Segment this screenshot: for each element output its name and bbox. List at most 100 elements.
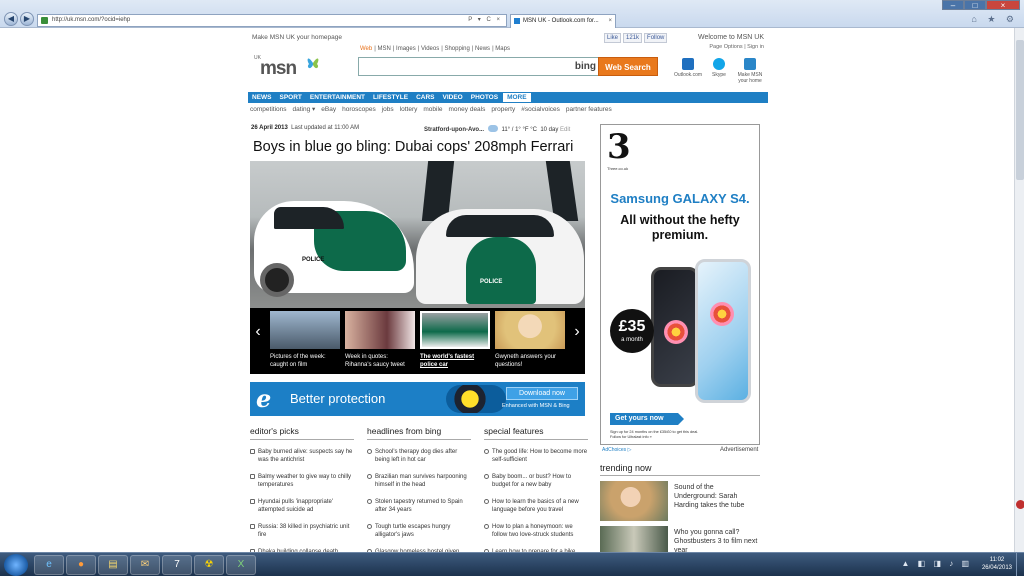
hero-headline[interactable]: Boys in blue go bling: Dubai cops' 208mp… xyxy=(253,139,573,155)
clock-icon xyxy=(484,474,489,479)
carousel-prev-icon[interactable]: ‹ xyxy=(251,323,265,341)
list-item[interactable]: Russia: 38 killed in psychiatric unit fi… xyxy=(250,523,354,540)
subnav-money-deals[interactable]: money deals xyxy=(449,106,486,113)
quick-link-skype[interactable]: Skype xyxy=(703,58,735,78)
weather-location[interactable]: Stratford-upon-Avo... xyxy=(424,127,484,133)
subnav-socialvoices[interactable]: #socialvoices xyxy=(521,106,560,113)
explorer-icon[interactable]: ▤ xyxy=(98,555,128,575)
close-window-button[interactable]: × xyxy=(986,0,1020,10)
subnav-mobile[interactable]: mobile xyxy=(423,106,442,113)
minimize-button[interactable]: – xyxy=(942,0,964,10)
trending-item[interactable]: Sound of the Underground: Sarah Harding … xyxy=(600,481,760,521)
carousel-item[interactable]: Pictures of the week: caught on film xyxy=(270,311,340,369)
carousel-next-icon[interactable]: › xyxy=(570,323,584,341)
list-item[interactable]: Hyundai pulls 'inappropriate' attempted … xyxy=(250,498,354,515)
subnav-horoscopes[interactable]: horoscopes xyxy=(342,106,376,113)
sign-in-link[interactable]: Sign in xyxy=(747,44,764,50)
nav-news[interactable]: NEWS xyxy=(248,92,276,103)
forward-button[interactable]: ▶ xyxy=(20,12,34,26)
search-tab-videos[interactable]: Videos xyxy=(421,46,439,52)
trending-item[interactable]: Who you gonna call? Ghostbusters 3 to fi… xyxy=(600,526,760,552)
list-item[interactable]: How to learn the basics of a new languag… xyxy=(484,498,588,515)
main-navbar: NEWS SPORT ENTERTAINMENT LIFESTYLE CARS VIDEO… xyxy=(248,92,768,103)
search-tab-shopping[interactable]: Shopping xyxy=(444,46,469,52)
7zip-icon[interactable]: 7 xyxy=(162,555,192,575)
ie-banner-ad[interactable]: e Better protection Download now Enhance… xyxy=(250,382,585,416)
list-item[interactable]: Stolen tapestry returned to Spain after … xyxy=(367,498,471,515)
subnav-jobs[interactable]: jobs xyxy=(382,106,394,113)
list-item[interactable]: Brazilian man survives harpooning himsel… xyxy=(367,473,471,490)
start-button[interactable] xyxy=(4,554,28,576)
twitter-follow-button[interactable]: Follow xyxy=(644,33,668,43)
address-bar[interactable]: http://uk.msn.com/?ocid=iehp P ▾ C × xyxy=(37,14,507,27)
nav-entertainment[interactable]: ENTERTAINMENT xyxy=(306,92,369,103)
search-tab-msn[interactable]: MSN xyxy=(377,46,390,52)
vertical-scrollbar[interactable] xyxy=(1014,28,1024,552)
search-input[interactable]: bing xyxy=(358,57,601,76)
nav-photos[interactable]: PHOTOS xyxy=(467,92,502,103)
weather-edit-link[interactable]: Edit xyxy=(560,127,570,133)
outlook-icon[interactable]: ✉ xyxy=(130,555,160,575)
search-tab-maps[interactable]: Maps xyxy=(495,46,510,52)
search-tab-news[interactable]: News xyxy=(475,46,490,52)
weather-forecast-link[interactable]: 10 day xyxy=(540,127,558,133)
show-desktop-button[interactable] xyxy=(1016,553,1024,576)
nav-cars[interactable]: CARS xyxy=(412,92,438,103)
msn-logo[interactable]: msn xyxy=(260,58,297,80)
search-tab-images[interactable]: Images xyxy=(396,46,416,52)
subnav-ebay[interactable]: eBay xyxy=(321,106,336,113)
hero-image[interactable]: POLICE POLICE xyxy=(250,161,585,308)
trending-title[interactable]: trending now xyxy=(600,463,760,476)
download-now-button[interactable]: Download now xyxy=(506,387,578,400)
tab-close-icon[interactable]: × xyxy=(608,15,612,28)
subnav-competitions[interactable]: competitions xyxy=(250,106,287,113)
subnav-dating[interactable]: dating ▾ xyxy=(293,106,316,113)
address-controls[interactable]: P ▾ C × xyxy=(468,15,502,26)
list-item[interactable]: The good life: How to become more self-s… xyxy=(484,448,588,465)
list-item[interactable]: How to plan a honeymoon: we follow two l… xyxy=(484,523,588,540)
list-item[interactable]: Baby burned alive: suspects say he was t… xyxy=(250,448,354,465)
browser-tab[interactable]: MSN UK - Outlook.com for... × xyxy=(510,14,616,28)
radiation-icon[interactable]: ☢ xyxy=(194,555,224,575)
column-title[interactable]: special features xyxy=(484,426,588,440)
browser-tools[interactable]: ⌂ ★ ⚙ xyxy=(971,14,1018,25)
samsung-ad[interactable]: 3 Three.co.uk Samsung GALAXY S4. All wit… xyxy=(600,124,760,445)
subnav-property[interactable]: property xyxy=(491,106,515,113)
get-yours-now-button[interactable]: Get yours now xyxy=(610,413,684,425)
maximize-button[interactable]: □ xyxy=(964,0,986,10)
nav-video[interactable]: VIDEO xyxy=(439,92,467,103)
firefox-icon[interactable]: ● xyxy=(66,555,96,575)
web-search-button[interactable]: Web Search xyxy=(598,57,658,76)
column-title[interactable]: editor's picks xyxy=(250,426,354,440)
adchoices-link[interactable]: AdChoices ▷ xyxy=(602,447,631,453)
ad-price-sub: a month xyxy=(621,337,643,343)
facebook-like-button[interactable]: Like xyxy=(604,33,622,43)
back-button[interactable]: ◀ xyxy=(4,12,18,26)
page-options-link[interactable]: Page Options xyxy=(709,44,742,50)
carousel-item[interactable]: Gwyneth answers your questions! xyxy=(495,311,565,369)
article-icon xyxy=(250,499,255,504)
scrollbar-thumb[interactable] xyxy=(1016,40,1024,180)
homepage-link[interactable]: Make MSN UK your homepage xyxy=(252,34,342,41)
system-clock[interactable]: 11:02 26/04/2013 xyxy=(982,556,1012,572)
list-item[interactable]: Balmy weather to give way to chilly temp… xyxy=(250,473,354,490)
list-item[interactable]: Baby boom... or bust? How to budget for … xyxy=(484,473,588,490)
search-tab-web[interactable]: Web xyxy=(360,46,372,52)
weather-units[interactable]: °F °C xyxy=(523,127,537,133)
ie-icon[interactable]: e xyxy=(34,555,64,575)
nav-more[interactable]: MORE xyxy=(502,92,532,103)
list-item[interactable]: Tough turtle escapes hungry alligator's … xyxy=(367,523,471,540)
carousel-item[interactable]: Week in quotes: Rihanna's saucy tweet xyxy=(345,311,415,369)
nav-lifestyle[interactable]: LIFESTYLE xyxy=(369,92,412,103)
system-tray[interactable]: ▲ ◧ ◨ ♪ ▥ xyxy=(902,559,972,568)
quick-link-outlook[interactable]: Outlook.com xyxy=(672,58,704,78)
subnav-partner-features[interactable]: partner features xyxy=(566,106,612,113)
subnav-lottery[interactable]: lottery xyxy=(400,106,418,113)
excel-icon[interactable]: X xyxy=(226,555,256,575)
column-title[interactable]: headlines from bing xyxy=(367,426,471,440)
quick-link-make-home[interactable]: Make MSN your home xyxy=(734,58,766,84)
list-item[interactable]: School's therapy dog dies after being le… xyxy=(367,448,471,465)
nav-sport[interactable]: SPORT xyxy=(276,92,306,103)
carousel-item-selected[interactable]: The world's fastest police car xyxy=(420,311,490,369)
feedback-icon[interactable] xyxy=(1016,500,1024,509)
